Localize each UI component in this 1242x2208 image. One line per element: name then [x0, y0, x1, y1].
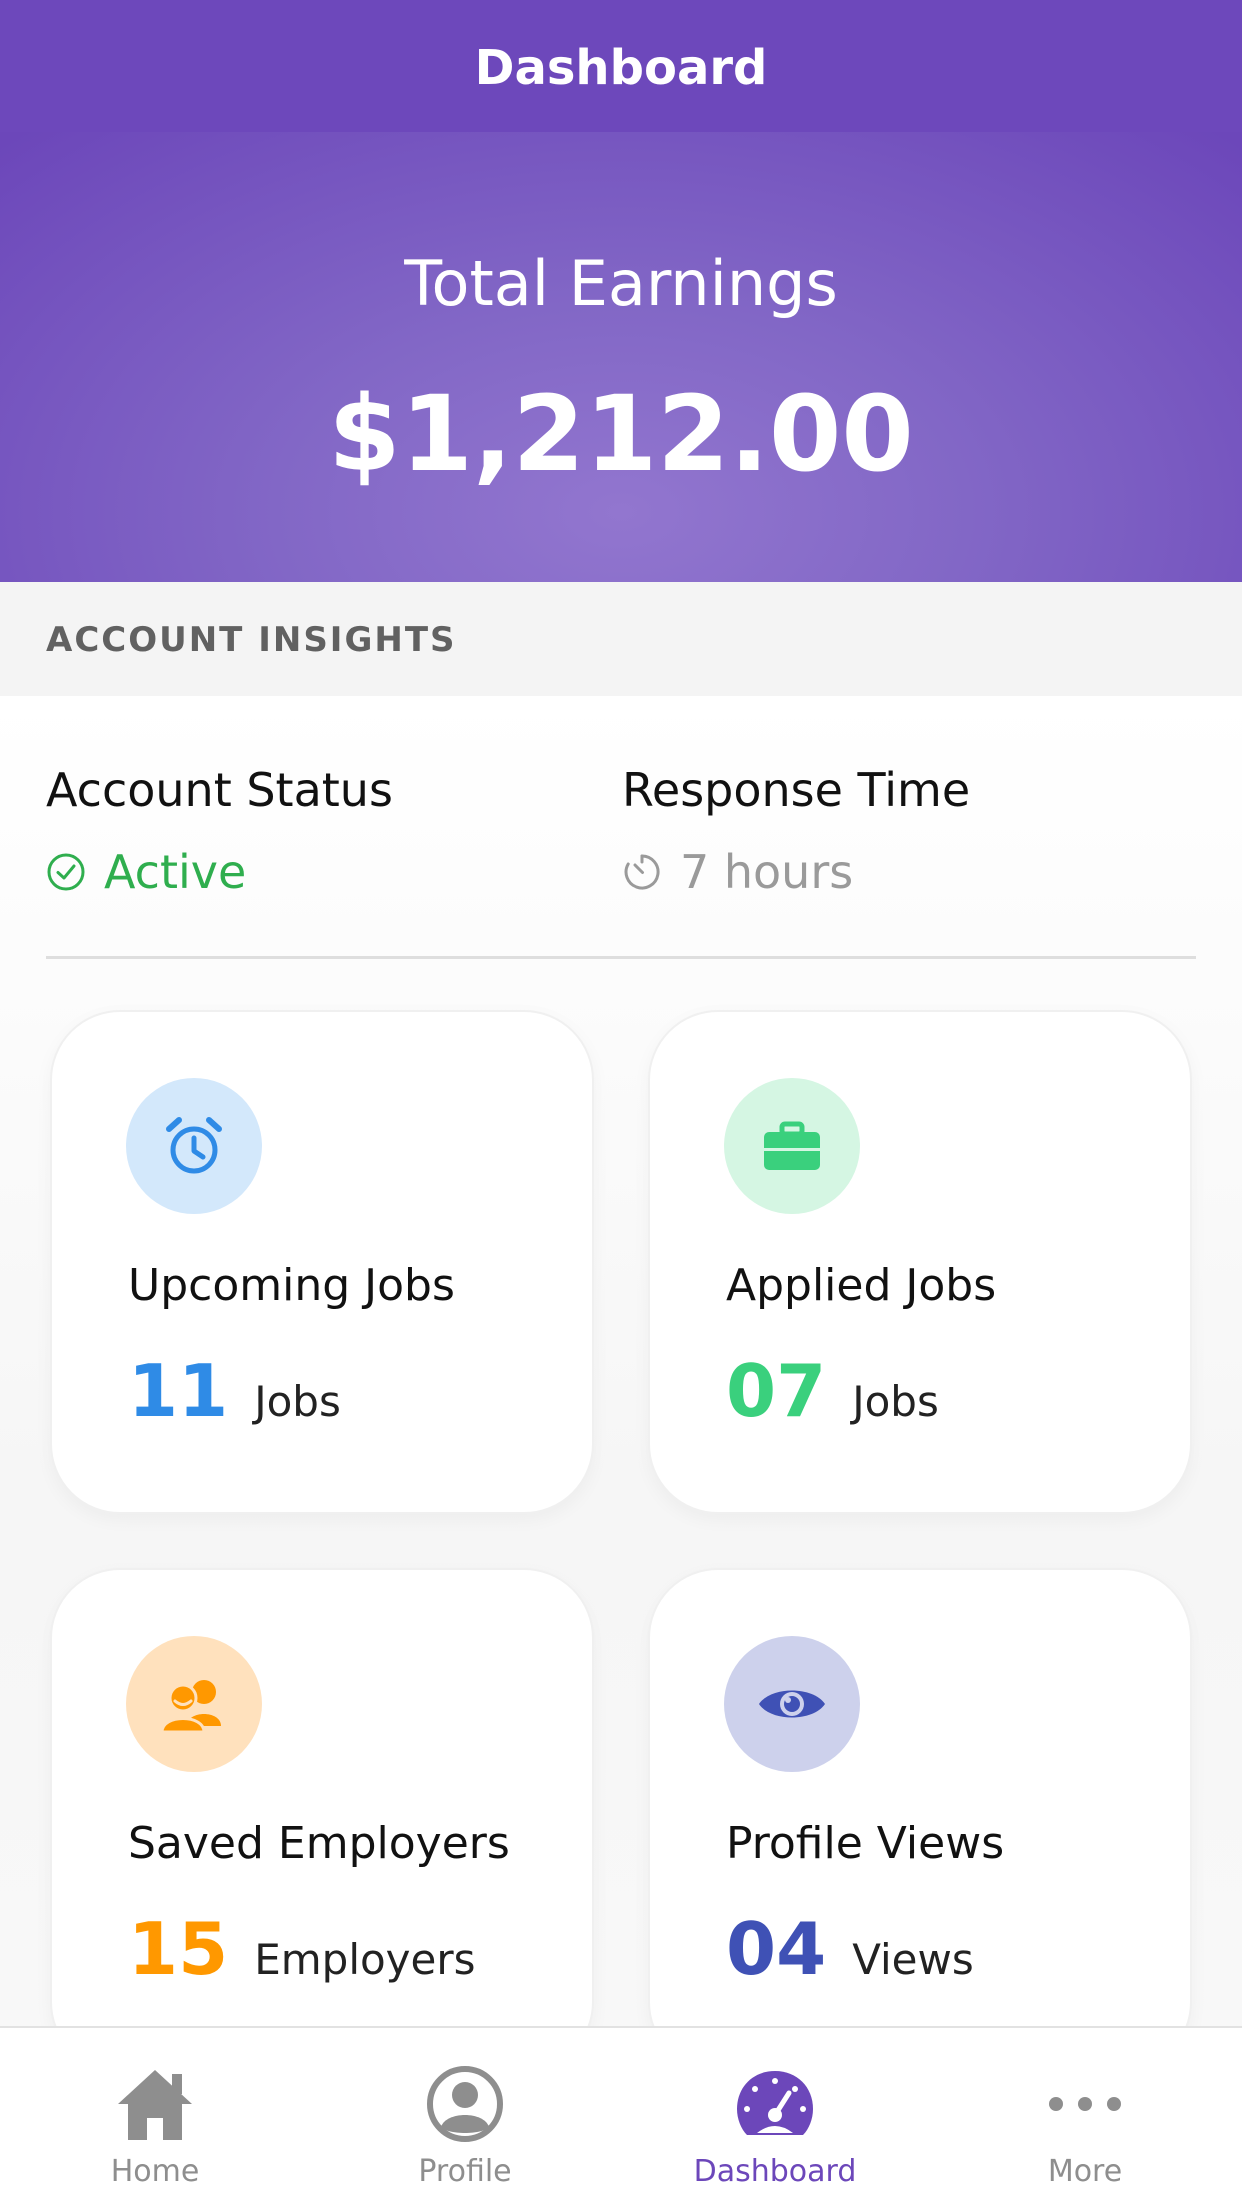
account-status-label: Account Status [46, 763, 393, 817]
tab-more-label: More [1047, 2154, 1123, 2189]
upcoming-jobs-metric: 11 Jobs [128, 1346, 341, 1436]
timer-icon [624, 854, 660, 890]
applied-jobs-unit: Jobs [852, 1377, 939, 1426]
divider [46, 956, 1196, 959]
response-time-value: 7 hours [680, 845, 854, 899]
profile-views-title: Profile Views [726, 1818, 1005, 1869]
check-circle-icon [47, 853, 85, 891]
more-dots-icon [1049, 2097, 1121, 2111]
tab-profile-label: Profile [418, 2154, 512, 2189]
section-title: ACCOUNT INSIGHTS [46, 620, 457, 660]
tab-more[interactable]: More [930, 2028, 1240, 2208]
response-time-label: Response Time [622, 763, 971, 817]
saved-employers-unit: Employers [254, 1935, 476, 1984]
response-time: Response Time 7 hours [622, 760, 970, 902]
profile-views-metric: 04 Views [726, 1904, 974, 1994]
page-title: Dashboard [474, 40, 768, 96]
applied-jobs-count: 07 [726, 1349, 827, 1433]
upcoming-jobs-count: 11 [128, 1349, 229, 1433]
upcoming-jobs-icon-badge [126, 1078, 262, 1214]
tab-dashboard[interactable]: Dashboard [620, 2028, 930, 2208]
saved-employers-count: 15 [128, 1907, 229, 1991]
tab-more-icon-wrap [930, 2062, 1240, 2146]
applied-jobs-title: Applied Jobs [726, 1260, 997, 1311]
account-status-value-row: Active [46, 842, 393, 902]
tab-home[interactable]: Home [0, 2028, 310, 2208]
profile-views-count: 04 [726, 1907, 827, 1991]
tab-home-icon-wrap [0, 2062, 310, 2146]
saved-employers-icon-badge [126, 1636, 262, 1772]
tab-dashboard-icon-wrap [620, 2062, 930, 2146]
upcoming-jobs-card[interactable]: Upcoming Jobs 11 Jobs [50, 1010, 594, 1514]
eye-icon [759, 1690, 825, 1718]
tab-profile[interactable]: Profile [310, 2028, 620, 2208]
bottom-tab-bar: Home Profile Dashboard More [0, 2026, 1242, 2208]
upcoming-jobs-title: Upcoming Jobs [128, 1260, 455, 1311]
navigation-bar: Dashboard [0, 0, 1242, 132]
profile-icon [427, 2066, 503, 2142]
alarm-clock-icon [166, 1117, 222, 1174]
profile-views-icon-badge [724, 1636, 860, 1772]
profile-views-card[interactable]: Profile Views 04 Views [648, 1568, 1192, 2072]
applied-jobs-card[interactable]: Applied Jobs 07 Jobs [648, 1010, 1192, 1514]
users-icon [160, 1680, 221, 1734]
total-earnings-label: Total Earnings [404, 247, 838, 320]
saved-employers-title: Saved Employers [128, 1818, 510, 1869]
tab-profile-icon-wrap [310, 2062, 620, 2146]
tab-home-label: Home [110, 2154, 200, 2189]
account-insights-header: ACCOUNT INSIGHTS [0, 582, 1242, 696]
response-time-value-row: 7 hours [622, 842, 970, 902]
upcoming-jobs-unit: Jobs [254, 1377, 341, 1426]
applied-jobs-metric: 07 Jobs [726, 1346, 939, 1436]
account-status: Account Status Active [46, 760, 393, 902]
profile-views-unit: Views [852, 1935, 974, 1984]
total-earnings-amount: $1,212.00 [328, 373, 914, 495]
speedometer-icon [737, 2071, 813, 2135]
tab-dashboard-label: Dashboard [693, 2154, 857, 2189]
saved-employers-card[interactable]: Saved Employers 15 Employers [50, 1568, 594, 2072]
applied-jobs-icon-badge [724, 1078, 860, 1214]
account-status-value: Active [104, 845, 247, 899]
dashboard-screen: Dashboard Total Earnings $1,212.00 ACCOU… [0, 0, 1242, 2208]
home-icon [118, 2070, 192, 2140]
saved-employers-metric: 15 Employers [128, 1904, 476, 1994]
briefcase-icon [764, 1121, 820, 1170]
earnings-header: Dashboard Total Earnings $1,212.00 [0, 0, 1242, 582]
